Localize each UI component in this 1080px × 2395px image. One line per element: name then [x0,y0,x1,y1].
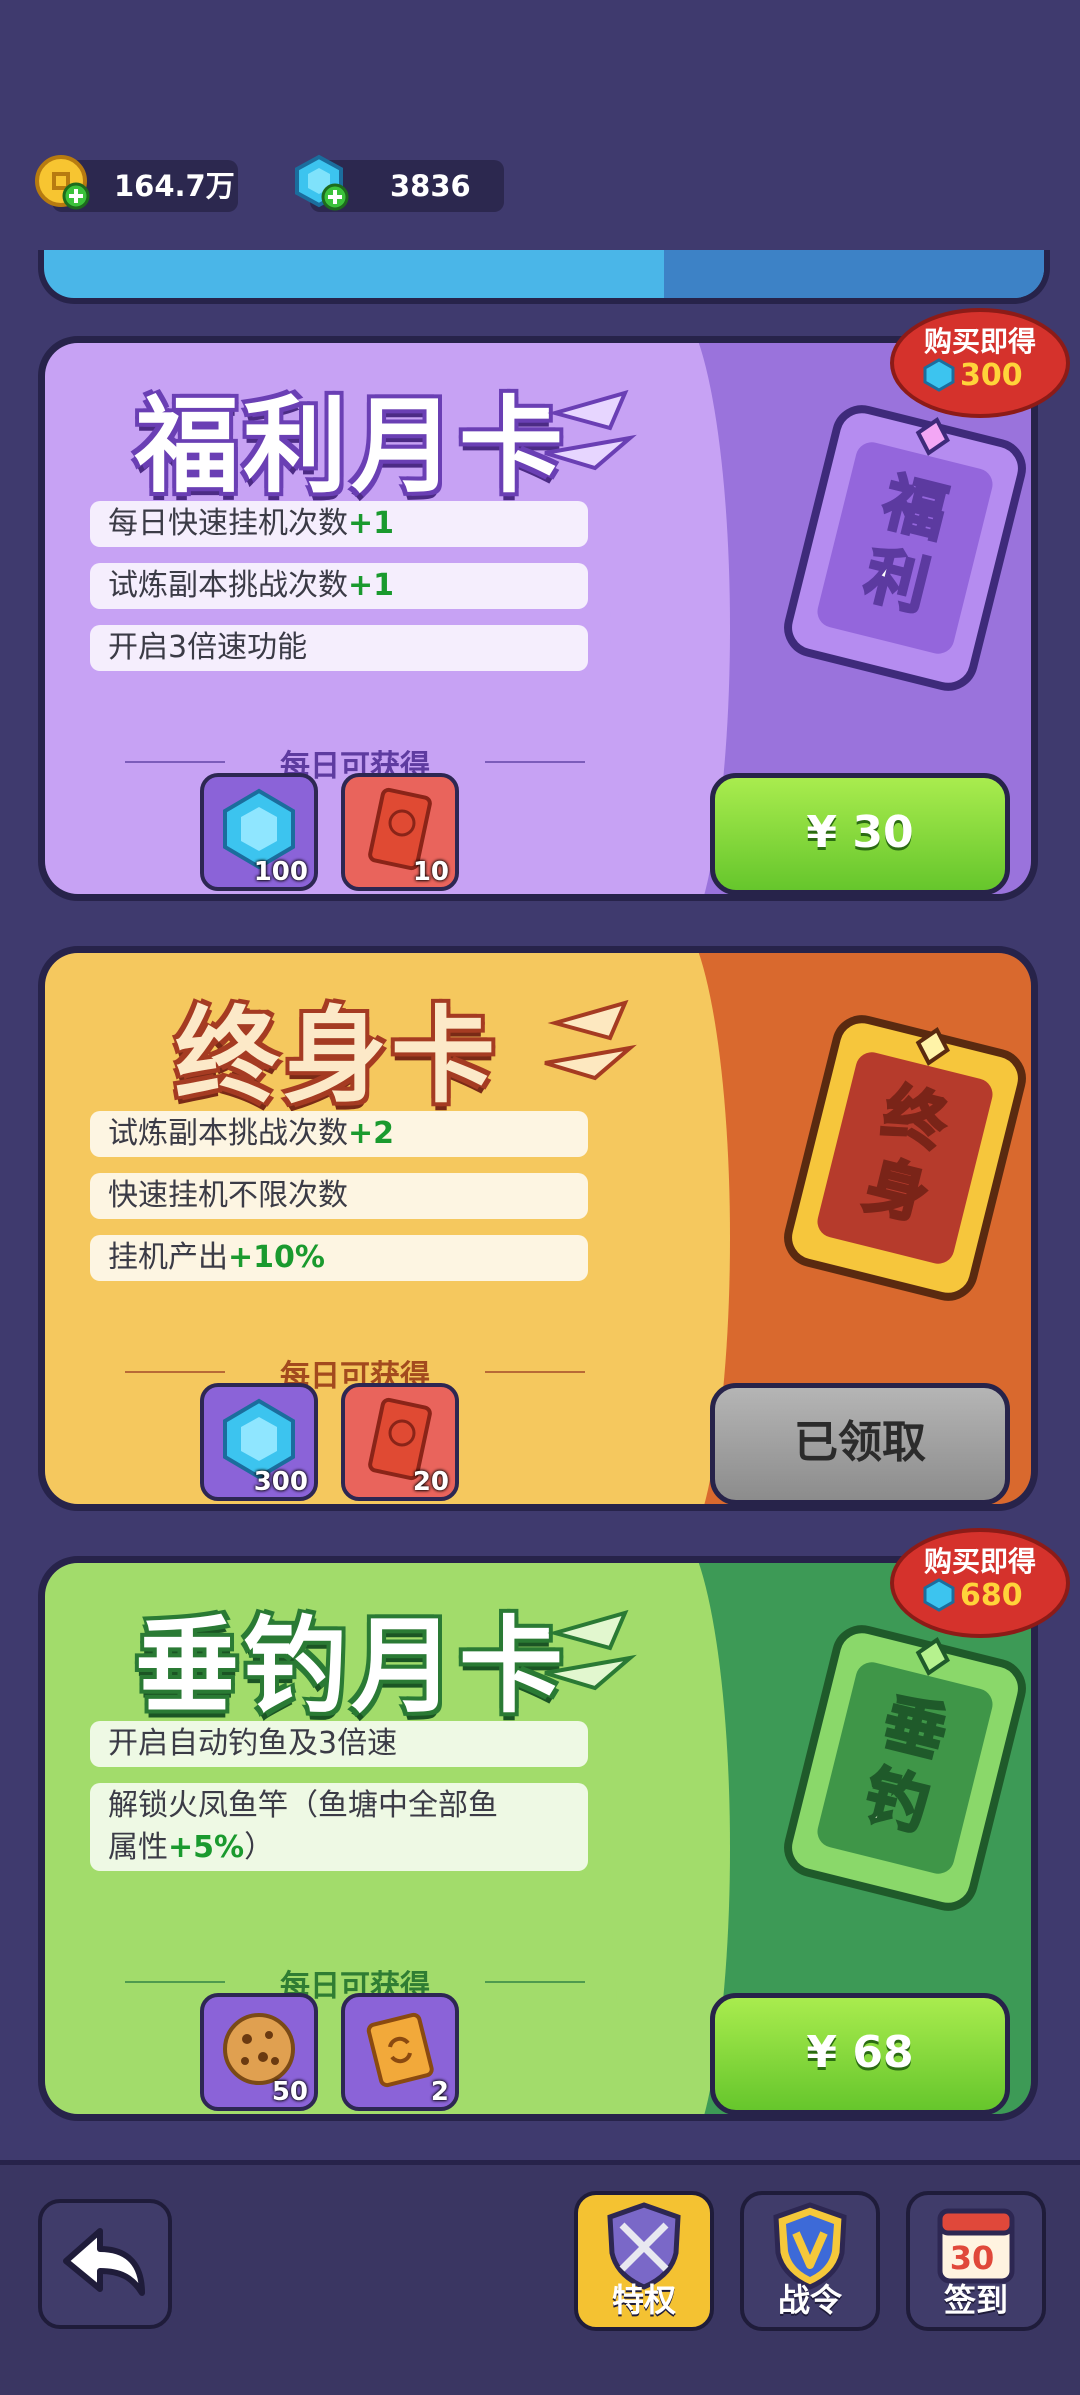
gem-add-icon [295,154,349,211]
coin-amount: 164.7万 [114,169,235,203]
buy-fishing-card-button[interactable]: ¥ 68 [710,1993,1010,2114]
purchase-bonus-badge: 购买即得 300 [890,308,1070,418]
feature-row: 每日快速挂机次数+1 [90,501,588,547]
feature-row: 解锁火凤鱼竿（鱼塘中全部鱼 属性+5%） [90,1783,588,1871]
card-title: 福利月卡 [135,385,568,507]
gem-icon [923,358,955,392]
gem-icon [923,1578,955,1612]
checkin-tab[interactable]: 30 签到 [906,2191,1046,2331]
feature-row: 试炼副本挑战次数+2 [90,1111,588,1157]
reward-item-ticket[interactable]: 10 [341,773,459,891]
gem-counter[interactable]: 3836 [295,154,504,212]
gem-amount: 3836 [390,169,471,203]
privilege-tab[interactable]: 特权 [574,2191,714,2331]
sparkle-decoration-icon [544,999,637,1081]
fishing-card-art: 垂 钓 [784,1625,1026,1911]
buy-welfare-card-button[interactable]: ¥ 30 [710,773,1010,894]
back-button[interactable] [38,2199,172,2329]
welfare-monthly-card: 福利月卡 每日快速挂机次数+1 试炼副本挑战次数+1 开启3倍速功能 每日可获得… [38,336,1038,901]
fishing-monthly-card: 垂钓月卡 开启自动钓鱼及3倍速 解锁火凤鱼竿（鱼塘中全部鱼 属性+5%） 每日可获… [38,1556,1038,2121]
battle-pass-tab-label: 战令 [777,2281,842,2319]
sparkle-decoration-icon [544,1609,637,1691]
feature-row: 试炼副本挑战次数+1 [90,563,588,609]
feature-row: 开启3倍速功能 [90,625,588,671]
reward-item-golden-ticket[interactable]: 2 [341,1993,459,2111]
checkin-tab-label: 签到 [943,2281,1008,2319]
reward-item-ticket[interactable]: 20 [341,1383,459,1501]
privilege-tab-label: 特权 [611,2281,676,2319]
sparkle-decoration-icon [544,389,637,471]
lifetime-card-art: 终 身 [784,1015,1026,1301]
coin-add-icon [35,155,90,210]
top-bar: 164.7万 3836 [0,0,1080,250]
lifetime-card: 终身卡 试炼副本挑战次数+2 快速挂机不限次数 挂机产出+10% 每日可获得 3… [38,946,1038,1511]
bottom-nav: 特权 战令 30 签到 [0,2160,1080,2395]
coin-counter[interactable]: 164.7万 [35,155,238,212]
calendar-day: 30 [950,2239,995,2277]
battle-pass-tab[interactable]: 战令 [740,2191,880,2331]
back-arrow-icon [63,2228,145,2296]
feature-row: 挂机产出+10% [90,1235,588,1281]
claimed-button[interactable]: 已领取 [710,1383,1010,1504]
reward-item-gem[interactable]: 100 [200,773,318,891]
feature-row: 开启自动钓鱼及3倍速 [90,1721,588,1767]
reward-item-cookie[interactable]: 50 [200,1993,318,2111]
reward-item-gem[interactable]: 300 [200,1383,318,1501]
feature-row: 快速挂机不限次数 [90,1173,588,1219]
card-title: 垂钓月卡 [135,1605,568,1727]
purchase-bonus-badge: 购买即得 680 [890,1528,1070,1638]
card-title: 终身卡 [175,995,500,1117]
welfare-card-art: 福 利 [784,405,1026,691]
